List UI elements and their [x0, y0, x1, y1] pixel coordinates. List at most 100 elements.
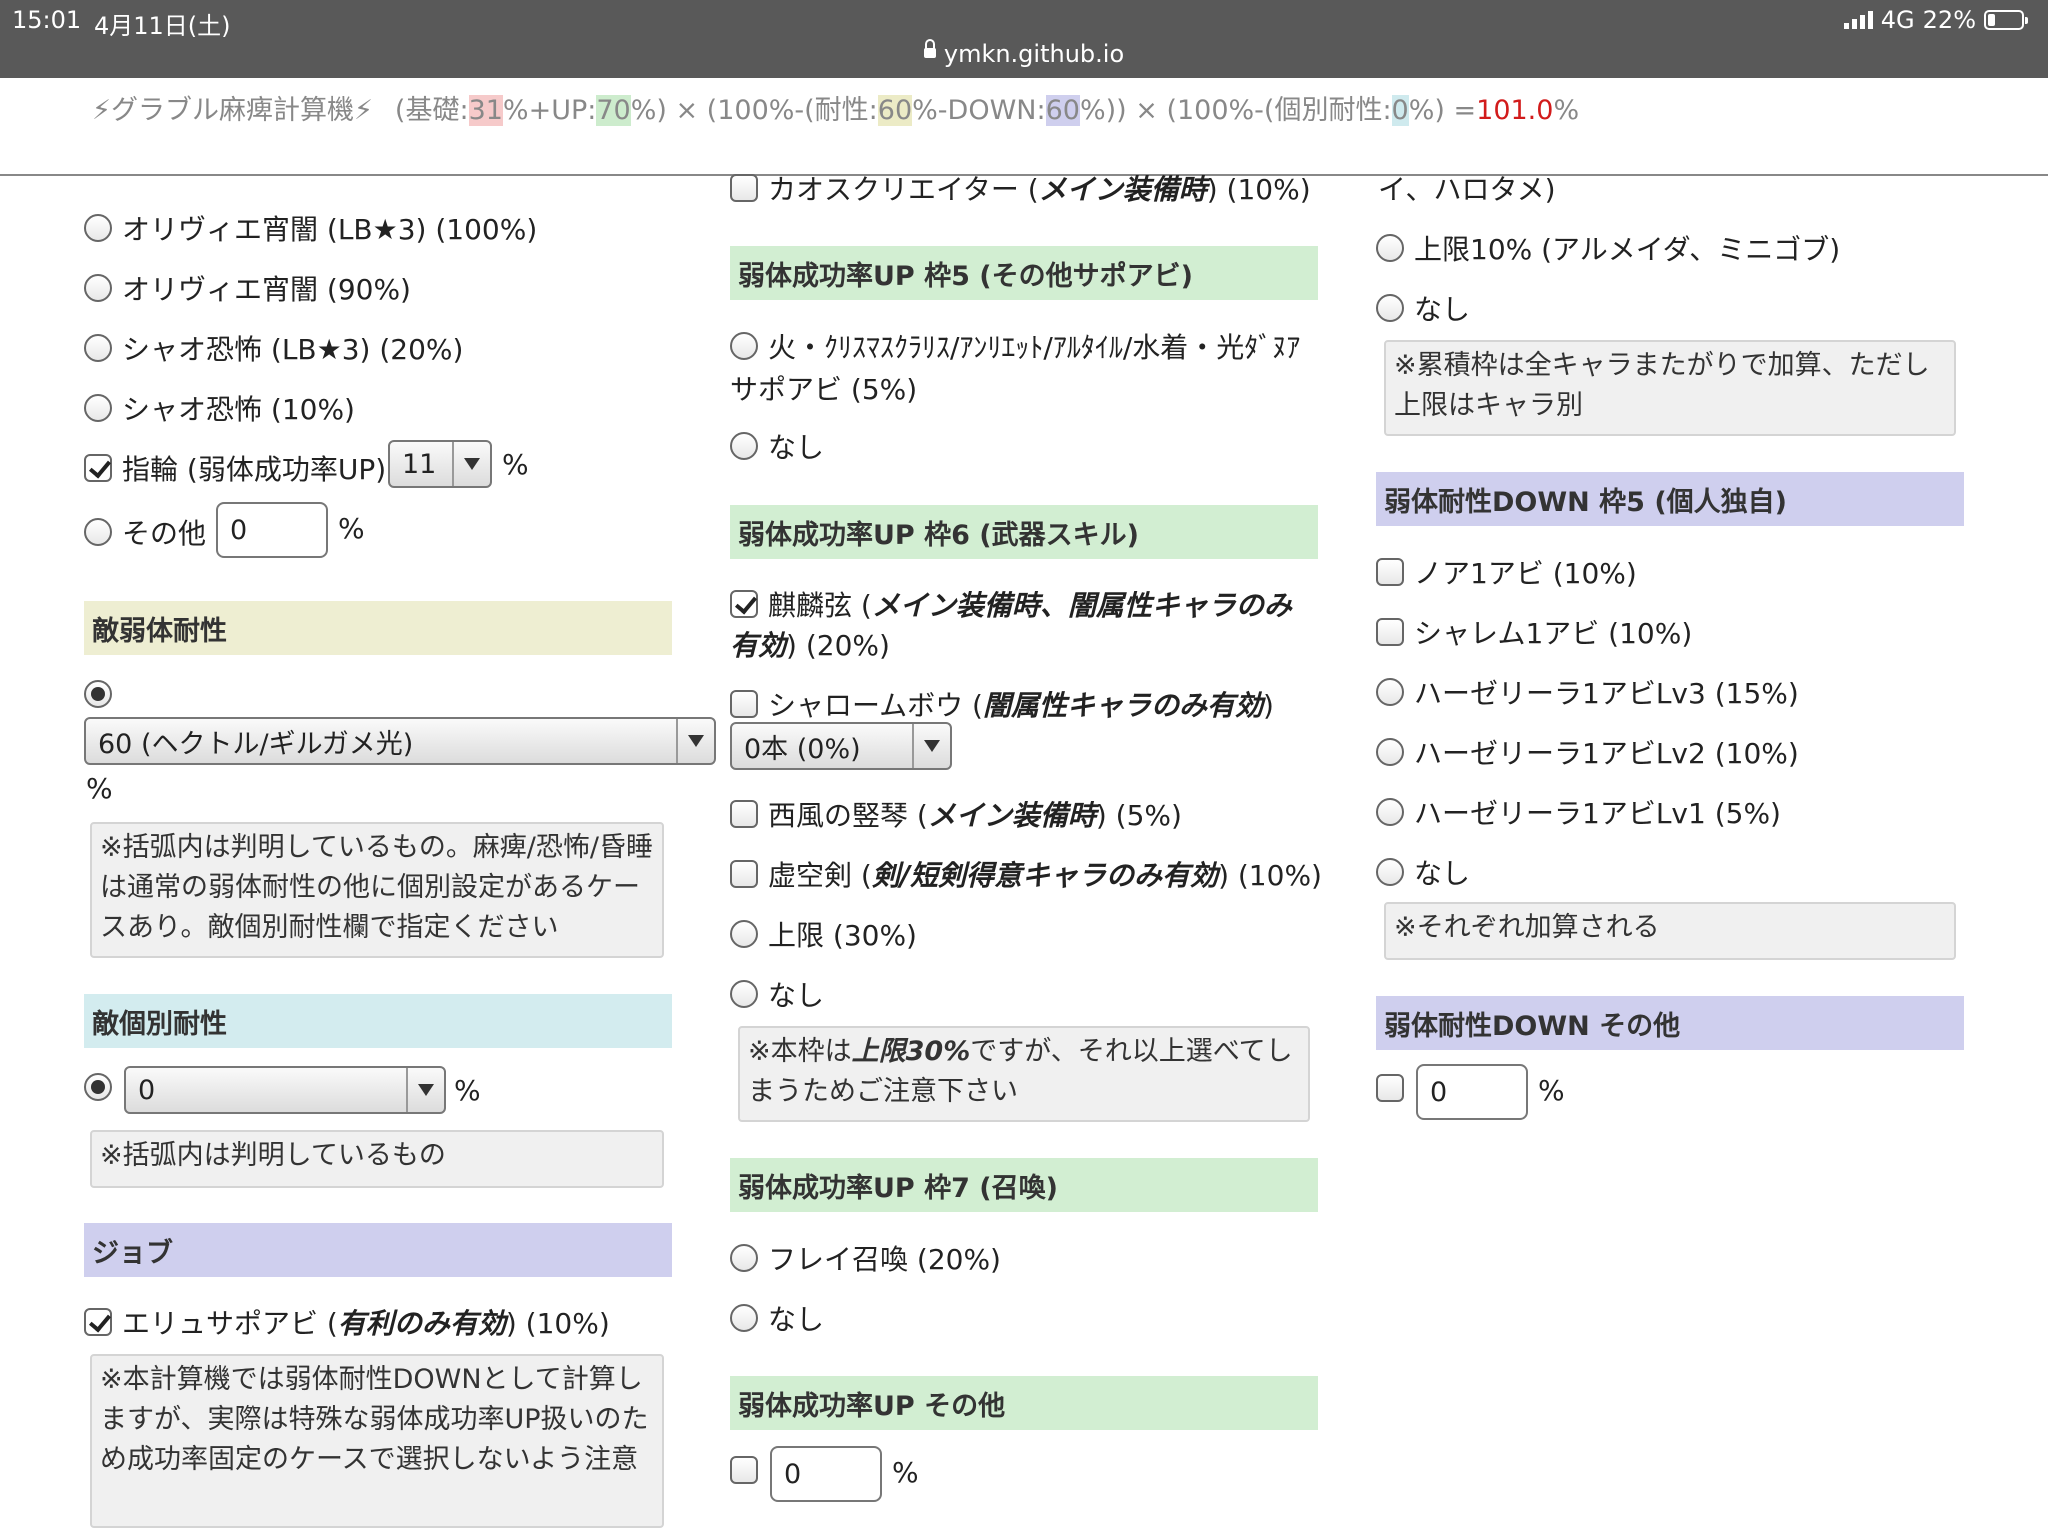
ring-checkbox[interactable] — [84, 454, 112, 482]
battery-label: 22% — [1922, 6, 1976, 34]
option-ring[interactable]: 指輪 (弱体成功率UP) — [84, 448, 386, 488]
label-emphasis: メイン装備時、闇属性キャラのみ — [871, 589, 1292, 622]
option-label: 指輪 (弱体成功率UP) — [122, 453, 387, 486]
other-input[interactable]: 0 — [216, 502, 328, 558]
option-col3-none1[interactable]: なし — [1376, 288, 1470, 328]
radio-button[interactable] — [84, 1073, 112, 1101]
checkbox[interactable] — [730, 690, 758, 718]
checkbox[interactable] — [1376, 618, 1404, 646]
option-label: なし — [768, 431, 825, 464]
option-shao[interactable]: シャオ恐怖 (10%) — [84, 388, 355, 428]
option-col3-none2[interactable]: なし — [1376, 852, 1470, 892]
label-part: ) (10%) — [1206, 173, 1311, 206]
checkbox[interactable] — [1376, 558, 1404, 586]
option-frame7-none[interactable]: なし — [730, 1298, 824, 1338]
note-emphasis: 上限30% — [851, 1036, 971, 1067]
option-olivier[interactable]: オリヴィエ宵闇 (90%) — [84, 268, 411, 308]
option-label: 火・ｸﾘｽﾏｽｸﾗﾘｽ/ｱﾝﾘｴｯﾄ/ｱﾙﾀｲﾙ/水着・光ﾀﾞﾇｱ — [768, 331, 1301, 364]
label-part: ) (10%) — [505, 1307, 610, 1340]
radio-button[interactable] — [730, 332, 758, 360]
option-hz1[interactable]: ハーゼリーラ1アビLv1 (5%) — [1376, 792, 1781, 832]
checkbox[interactable] — [730, 860, 758, 888]
option-frey[interactable]: フレイ召喚 (20%) — [730, 1238, 1001, 1278]
chevron-down-icon — [912, 724, 950, 768]
option-frame5-none[interactable]: なし — [730, 426, 824, 466]
radio-button[interactable] — [1376, 294, 1404, 322]
option-hz3[interactable]: ハーゼリーラ1アビLv3 (15%) — [1376, 672, 1799, 712]
radio-button[interactable] — [730, 1244, 758, 1272]
label-part: 麒麟弦 ( — [768, 589, 872, 622]
radio-button[interactable] — [84, 518, 112, 546]
note-part: ※本枠は — [748, 1036, 852, 1067]
option-frame6-cap[interactable]: 上限 (30%) — [730, 914, 917, 954]
radio-button[interactable] — [1376, 234, 1404, 262]
checkbox[interactable] — [730, 1456, 758, 1484]
eryu-checkbox[interactable] — [84, 1308, 112, 1336]
option-label: なし — [1414, 293, 1471, 326]
charlotte-select[interactable]: 0本 (0%) — [730, 722, 952, 770]
radio-button[interactable] — [730, 920, 758, 948]
radio-button[interactable] — [730, 1304, 758, 1332]
frame7-header: 弱体成功率UP 枠7 (召喚) — [730, 1158, 1318, 1212]
label-part: 西風の竪琴 ( — [768, 799, 928, 832]
select-value: 0本 (0%) — [744, 733, 861, 765]
radio-button[interactable] — [1376, 738, 1404, 766]
radio-button[interactable] — [84, 214, 112, 242]
enemy-resist-radio-row[interactable] — [84, 680, 112, 708]
option-kokuu[interactable]: 虚空剣 (剣/短剣得意キャラのみ有効) (10%) — [730, 854, 1322, 894]
formula-result: 101.0 — [1476, 95, 1554, 126]
checkbox[interactable] — [730, 800, 758, 828]
radio-button[interactable] — [730, 432, 758, 460]
option-cap10[interactable]: 上限10% (アルメイダ、ミニゴブ) — [1376, 228, 1840, 268]
individual-radio-row[interactable] — [84, 1073, 112, 1101]
down-other-header: 弱体耐性DOWN その他 — [1376, 996, 1964, 1050]
down-other-input[interactable]: 0 — [1416, 1064, 1528, 1120]
checkbox[interactable] — [730, 174, 758, 202]
option-kirin[interactable]: 麒麟弦 (メイン装備時、闇属性キャラのみ — [730, 584, 1292, 624]
option-label: なし — [768, 979, 825, 1012]
option-noa[interactable]: ノア1アビ (10%) — [1376, 552, 1637, 592]
option-nishikaze[interactable]: 西風の竪琴 (メイン装備時) (5%) — [730, 794, 1182, 834]
radio-button[interactable] — [730, 980, 758, 1008]
option-shao-lb[interactable]: シャオ恐怖 (LB★3) (20%) — [84, 328, 463, 368]
option-frame5[interactable]: 火・ｸﾘｽﾏｽｸﾗﾘｽ/ｱﾝﾘｴｯﾄ/ｱﾙﾀｲﾙ/水着・光ﾀﾞﾇｱ — [730, 326, 1300, 366]
enemy-resist-unit: % — [86, 772, 113, 805]
job-note: ※本計算機では弱体耐性DOWNとして計算しますが、実際は特殊な弱体成功率UP扱い… — [90, 1354, 664, 1528]
label-emphasis: 有利のみ有効 — [337, 1307, 506, 1340]
option-label: ノア1アビ (10%) — [1414, 557, 1637, 590]
url-bar[interactable]: ymkn.github.io — [0, 39, 2048, 68]
option-hz2[interactable]: ハーゼリーラ1アビLv2 (10%) — [1376, 732, 1799, 772]
radio-button[interactable] — [1376, 678, 1404, 706]
down-other-row[interactable] — [1376, 1074, 1404, 1102]
radio-button[interactable] — [1376, 798, 1404, 826]
option-frame6-none[interactable]: なし — [730, 974, 824, 1014]
radio-button[interactable] — [84, 334, 112, 362]
option-charlotte[interactable]: シャロームボウ (闇属性キャラのみ有効) — [730, 684, 1274, 724]
radio-button[interactable] — [84, 274, 112, 302]
enemy-resist-select[interactable]: 60 (ヘクトル/ギルガメ光) — [84, 717, 716, 765]
option-label: その他 — [122, 517, 207, 550]
option-label: エリュサポアビ (有利のみ有効) (10%) — [122, 1302, 610, 1342]
frame6-header: 弱体成功率UP 枠6 (武器スキル) — [730, 505, 1318, 559]
checkbox[interactable] — [1376, 1074, 1404, 1102]
individual-resist-select[interactable]: 0 — [124, 1066, 446, 1114]
up-other-input[interactable]: 0 — [770, 1446, 882, 1502]
kirin-checkbox[interactable] — [730, 590, 758, 618]
option-other[interactable]: その他 — [84, 512, 206, 552]
option-olivier-lb[interactable]: オリヴィエ宵闇 (LB★3) (100%) — [84, 208, 537, 248]
radio-button[interactable] — [84, 680, 112, 708]
option-label: なし — [768, 1303, 825, 1336]
radio-button[interactable] — [84, 394, 112, 422]
individual-note: ※括弧内は判明しているもの — [90, 1130, 664, 1188]
option-sharem[interactable]: シャレム1アビ (10%) — [1376, 612, 1692, 652]
radio-button[interactable] — [1376, 858, 1404, 886]
option-eryu[interactable]: エリュサポアビ (有利のみ有効) (10%) — [84, 1302, 610, 1342]
ring-select[interactable]: 11 — [388, 440, 492, 488]
option-frame5-line2: サポアビ (5%) — [730, 373, 918, 406]
option-chaos-creator[interactable]: カオスクリエイター (メイン装備時) (10%) — [730, 168, 1311, 208]
chevron-down-icon — [452, 442, 490, 486]
select-value: 11 — [402, 448, 437, 480]
battery-level — [1988, 14, 1995, 26]
up-other-row[interactable] — [730, 1456, 758, 1484]
option-label: シャロームボウ (闇属性キャラのみ有効) — [768, 684, 1274, 724]
